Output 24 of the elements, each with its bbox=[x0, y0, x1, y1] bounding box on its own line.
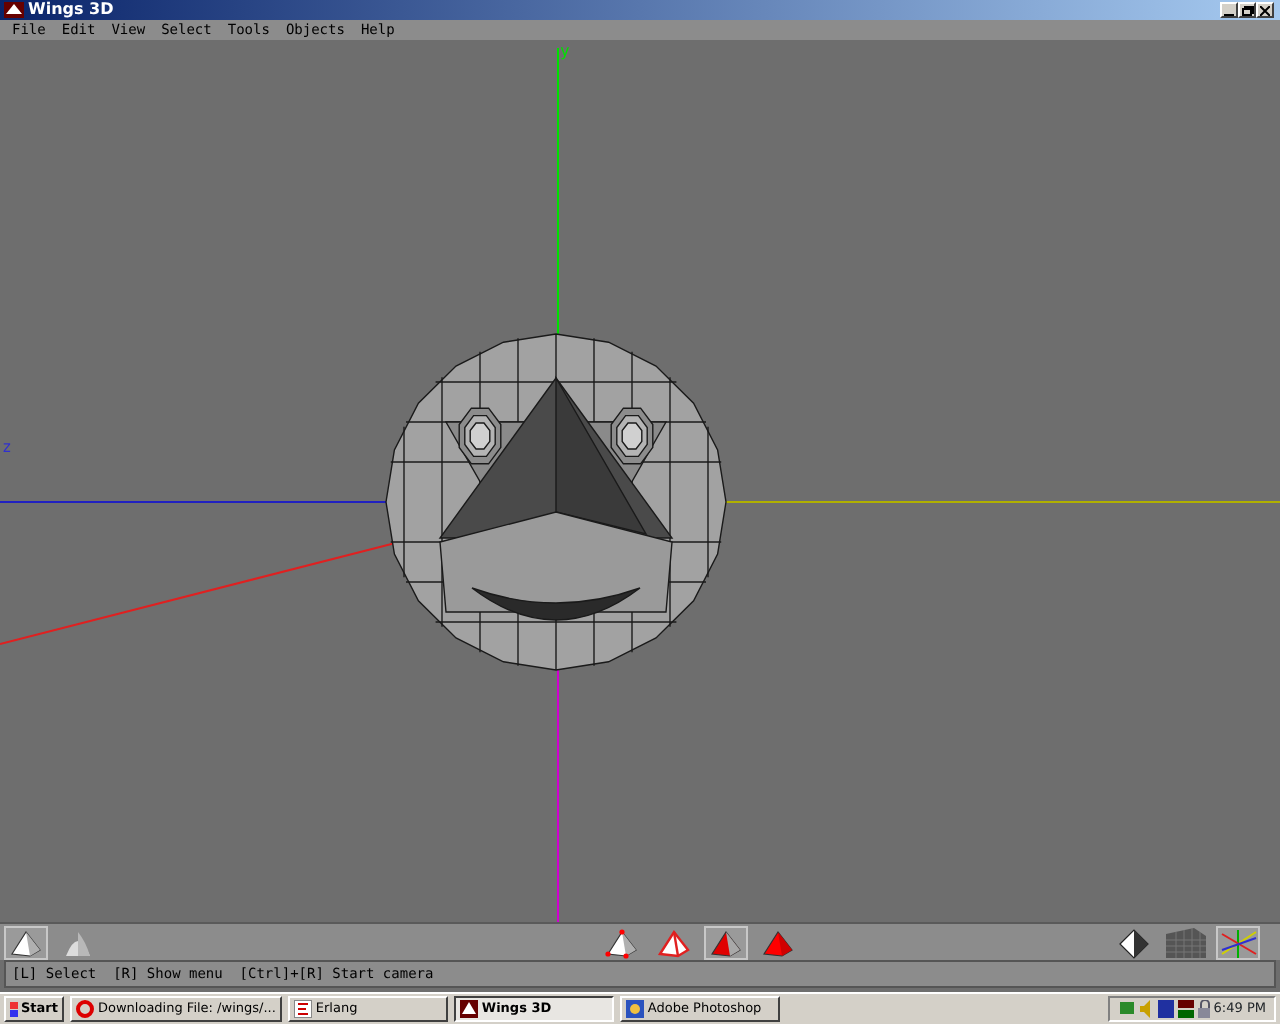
app-logo-icon bbox=[4, 2, 24, 18]
close-button[interactable] bbox=[1256, 2, 1274, 18]
tray-app-icon[interactable] bbox=[1177, 1000, 1194, 1018]
windows-logo-icon bbox=[10, 1001, 17, 1017]
axis-label: y bbox=[560, 42, 570, 60]
restore-icon bbox=[1241, 5, 1253, 15]
face-pyramid-button[interactable] bbox=[704, 925, 748, 959]
window-title: Wings 3D bbox=[28, 0, 114, 20]
axis-label: z bbox=[2, 438, 12, 456]
minimize-button[interactable] bbox=[1220, 2, 1238, 18]
app-icon bbox=[459, 1000, 478, 1018]
lock-icon[interactable] bbox=[1197, 1000, 1210, 1018]
edge-pyramid-icon bbox=[654, 925, 694, 959]
app-icon bbox=[625, 1000, 644, 1018]
vertex-pyramid-icon bbox=[602, 925, 642, 959]
axes-button[interactable] bbox=[1216, 925, 1260, 959]
head-model-drawing[interactable] bbox=[385, 333, 727, 671]
shaded-pyramid-icon bbox=[1114, 925, 1154, 959]
app-icon bbox=[293, 1000, 312, 1018]
axes-icon bbox=[1218, 925, 1258, 959]
restore-button[interactable] bbox=[1238, 2, 1256, 18]
close-icon bbox=[1260, 5, 1270, 15]
pyramid-button[interactable] bbox=[4, 925, 48, 959]
app-icon bbox=[76, 1000, 94, 1018]
